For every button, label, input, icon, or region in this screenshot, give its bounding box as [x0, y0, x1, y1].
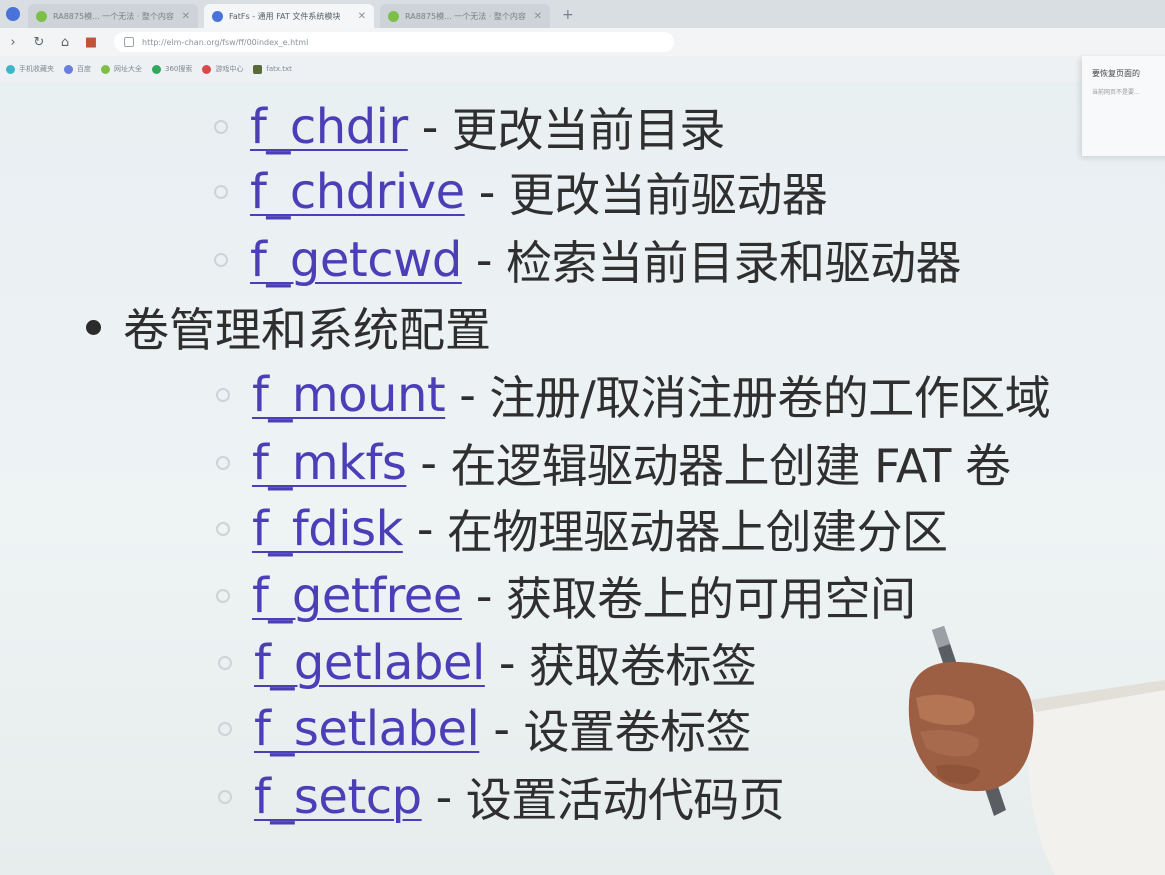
list-item-f-mount: f_mount - 注册/取消注册卷的工作区域 — [216, 362, 1051, 428]
section-volume-management: 卷管理和系统配置 — [86, 294, 491, 360]
tab-title: RA8875模... 一个无法 · 整个内容 — [405, 11, 526, 21]
bookmark-item[interactable]: 手机收藏夹 — [6, 64, 54, 74]
circle-bullet-icon — [216, 522, 230, 536]
function-link[interactable]: f_setlabel — [254, 701, 480, 757]
list-item-f-getlabel: f_getlabel - 获取卷标签 — [218, 630, 757, 696]
notice-title: 要恢复页面的 — [1092, 69, 1140, 78]
list-item-f-setcp: f_setcp - 设置活动代码页 — [218, 764, 785, 830]
tab-favicon-icon — [212, 10, 223, 22]
bookmark-icon — [101, 64, 110, 74]
bookmark-label: 百度 — [77, 65, 91, 73]
function-description: 注册/取消注册卷的工作区域 — [489, 371, 1051, 425]
function-link[interactable]: f_fdisk — [252, 501, 403, 557]
function-link[interactable]: f_getfree — [252, 568, 462, 624]
function-description: 获取卷上的可用空间 — [505, 572, 916, 626]
bookmark-icon — [6, 64, 15, 74]
tab-bar: RA8875模... 一个无法 · 整个内容 ✕ FatFs - 通用 FAT … — [0, 0, 1165, 28]
tab-close-icon[interactable]: ✕ — [352, 11, 366, 22]
tab-fatfs[interactable]: FatFs - 通用 FAT 文件系统模块 ✕ — [204, 4, 374, 28]
new-tab-button[interactable]: + — [562, 7, 574, 23]
tab-favicon-icon — [36, 10, 47, 22]
address-bar[interactable]: http://elm-chan.org/fsw/ff/00index_e.htm… — [114, 32, 674, 52]
disc-bullet-icon — [86, 319, 101, 335]
bookmark-label: fatx.txt — [266, 65, 292, 73]
bookmark-item[interactable]: 百度 — [64, 64, 91, 74]
function-description: 更改当前驱动器 — [508, 168, 828, 222]
bookmark-label: 网址大全 — [114, 65, 142, 73]
tab-ra8875-2[interactable]: RA8875模... 一个无法 · 整个内容 ✕ — [380, 4, 550, 28]
function-description: 在物理驱动器上创建分区 — [447, 505, 948, 559]
tab-favicon-icon — [388, 10, 399, 22]
tab-title: RA8875模... 一个无法 · 整个内容 — [53, 11, 174, 21]
circle-bullet-icon — [214, 185, 228, 199]
function-description: 检索当前目录和驱动器 — [505, 236, 962, 290]
separator: - — [416, 502, 434, 556]
function-link[interactable]: f_chdrive — [250, 164, 465, 220]
function-description: 获取卷标签 — [528, 639, 757, 693]
tab-close-icon[interactable]: ✕ — [176, 11, 190, 22]
list-item-f-fdisk: f_fdisk - 在物理驱动器上创建分区 — [216, 496, 948, 562]
bookmark-label: 手机收藏夹 — [19, 65, 54, 73]
address-text: http://elm-chan.org/fsw/ff/00index_e.htm… — [142, 37, 309, 47]
list-item-f-mkfs: f_mkfs - 在逻辑驱动器上创建 FAT 卷 — [216, 430, 1011, 496]
browser-toolbar: › ↻ ⌂ ■ http://elm-chan.org/fsw/ff/00ind… — [0, 28, 1165, 56]
circle-bullet-icon — [214, 253, 228, 267]
function-description: 设置卷标签 — [523, 705, 751, 759]
list-item-f-getfree: f_getfree - 获取卷上的可用空间 — [216, 563, 916, 629]
bookmark-label: 游戏中心 — [215, 65, 244, 73]
separator: - — [498, 636, 516, 690]
circle-bullet-icon — [216, 589, 230, 603]
function-description: 在逻辑驱动器上创建 FAT 卷 — [450, 439, 1011, 493]
bookmark-label: 360搜索 — [165, 65, 193, 73]
list-item-f-getcwd: f_getcwd - 检索当前目录和驱动器 — [214, 227, 961, 293]
separator: - — [493, 702, 510, 756]
tab-close-icon[interactable]: ✕ — [528, 11, 542, 22]
circle-bullet-icon — [218, 790, 232, 804]
tab-title: FatFs - 通用 FAT 文件系统模块 — [229, 11, 341, 21]
browser-logo-icon — [6, 7, 20, 21]
function-link[interactable]: f_chdir — [250, 99, 408, 155]
function-link[interactable]: f_mkfs — [252, 435, 407, 491]
circle-bullet-icon — [218, 656, 232, 670]
bookmark-item[interactable]: 360搜索 — [152, 64, 192, 74]
section-title: 卷管理和系统配置 — [123, 303, 491, 357]
bookmark-item[interactable]: fatx.txt — [253, 64, 292, 74]
bookmark-item[interactable]: 游戏中心 — [202, 64, 243, 74]
function-link[interactable]: f_getlabel — [254, 635, 485, 691]
forward-icon[interactable]: › — [6, 35, 20, 50]
separator: - — [459, 368, 476, 422]
circle-bullet-icon — [216, 456, 230, 470]
briefcase-icon[interactable]: ■ — [84, 35, 98, 50]
page-icon — [124, 37, 134, 47]
circle-bullet-icon — [216, 388, 230, 402]
bookmark-icon — [64, 64, 73, 74]
circle-bullet-icon — [218, 722, 232, 736]
reload-icon[interactable]: ↻ — [32, 35, 46, 50]
separator: - — [420, 436, 437, 490]
bookmark-item[interactable]: 网址大全 — [101, 64, 142, 74]
presenter-hand-icon — [908, 626, 1165, 875]
function-description: 设置活动代码页 — [465, 773, 785, 827]
function-link[interactable]: f_setcp — [254, 769, 422, 825]
circle-bullet-icon — [214, 120, 228, 134]
separator: - — [475, 569, 493, 623]
list-item-f-setlabel: f_setlabel - 设置卷标签 — [218, 696, 751, 762]
list-item-f-chdrive: f_chdrive - 更改当前驱动器 — [214, 159, 828, 225]
bookmarks-bar: 手机收藏夹 百度 网址大全 360搜索 游戏中心 fatx.txt — [0, 56, 1165, 82]
separator: - — [475, 233, 493, 287]
function-link[interactable]: f_getcwd — [250, 232, 462, 288]
function-link[interactable]: f_mount — [252, 367, 446, 423]
separator: - — [435, 770, 453, 824]
bookmark-icon — [202, 64, 212, 74]
function-description: 更改当前目录 — [451, 103, 726, 157]
home-icon[interactable]: ⌂ — [58, 35, 72, 50]
list-item-f-chdir: f_chdir - 更改当前目录 — [214, 94, 725, 160]
separator: - — [478, 165, 496, 219]
bookmark-icon — [253, 64, 263, 74]
tab-ra8875-1[interactable]: RA8875模... 一个无法 · 整个内容 ✕ — [28, 4, 198, 28]
separator: - — [421, 100, 439, 154]
bookmark-icon — [152, 64, 161, 74]
